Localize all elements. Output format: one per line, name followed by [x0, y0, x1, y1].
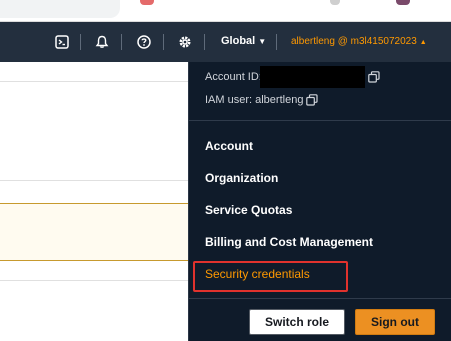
menu-item-organization[interactable]: Organization	[205, 171, 278, 185]
menu-item-account[interactable]: Account	[205, 139, 253, 153]
redacted-account-id	[259, 66, 365, 88]
cloudshell-icon[interactable]	[53, 33, 71, 51]
caret-down-icon: ▼	[258, 37, 267, 46]
switch-role-button[interactable]: Switch role	[249, 309, 345, 335]
browser-tab-strip	[0, 0, 451, 22]
nav-divider	[204, 34, 205, 50]
account-id-row: Account ID:	[205, 66, 380, 88]
nav-divider	[163, 34, 164, 50]
copy-icon[interactable]	[368, 71, 380, 83]
divider	[0, 180, 188, 181]
caret-up-icon: ▲	[419, 39, 427, 46]
notification-banner	[0, 203, 188, 261]
sign-out-button[interactable]: Sign out	[355, 309, 435, 335]
divider	[0, 280, 188, 281]
browser-tab-icon[interactable]	[140, 0, 154, 5]
iam-user-row: IAM user: albertleng	[205, 94, 319, 106]
divider	[0, 81, 188, 82]
copy-icon[interactable]	[306, 94, 319, 106]
gear-icon[interactable]	[176, 33, 194, 51]
panel-divider	[189, 298, 451, 299]
browser-profile-icon[interactable]	[396, 0, 410, 5]
iam-user-label: IAM user: albertleng	[205, 94, 304, 106]
console-content-area	[0, 62, 188, 341]
browser-address-bar[interactable]	[0, 0, 120, 18]
region-selector[interactable]: Global ▼	[221, 35, 266, 47]
browser-tab-icon[interactable]	[330, 0, 340, 5]
account-menu-label: albertleng @ m3l415072023	[291, 36, 417, 47]
menu-item-billing[interactable]: Billing and Cost Management	[205, 235, 373, 249]
bell-icon[interactable]	[93, 33, 111, 51]
nav-divider	[121, 34, 122, 50]
nav-divider	[276, 34, 277, 50]
account-id-label: Account ID:	[205, 71, 262, 83]
panel-divider	[189, 120, 451, 121]
account-dropdown-panel: Account ID: IAM user: albertleng Account…	[188, 62, 451, 341]
menu-item-service-quotas[interactable]: Service Quotas	[205, 203, 292, 217]
account-menu-toggle[interactable]: albertleng @ m3l415072023 ▲	[291, 36, 427, 47]
nav-divider	[80, 34, 81, 50]
region-label: Global	[221, 35, 256, 47]
menu-item-security-credentials[interactable]: Security credentials	[205, 267, 310, 281]
help-icon[interactable]	[135, 33, 153, 51]
top-navigation-bar: Global ▼ albertleng @ m3l415072023 ▲	[0, 22, 451, 62]
